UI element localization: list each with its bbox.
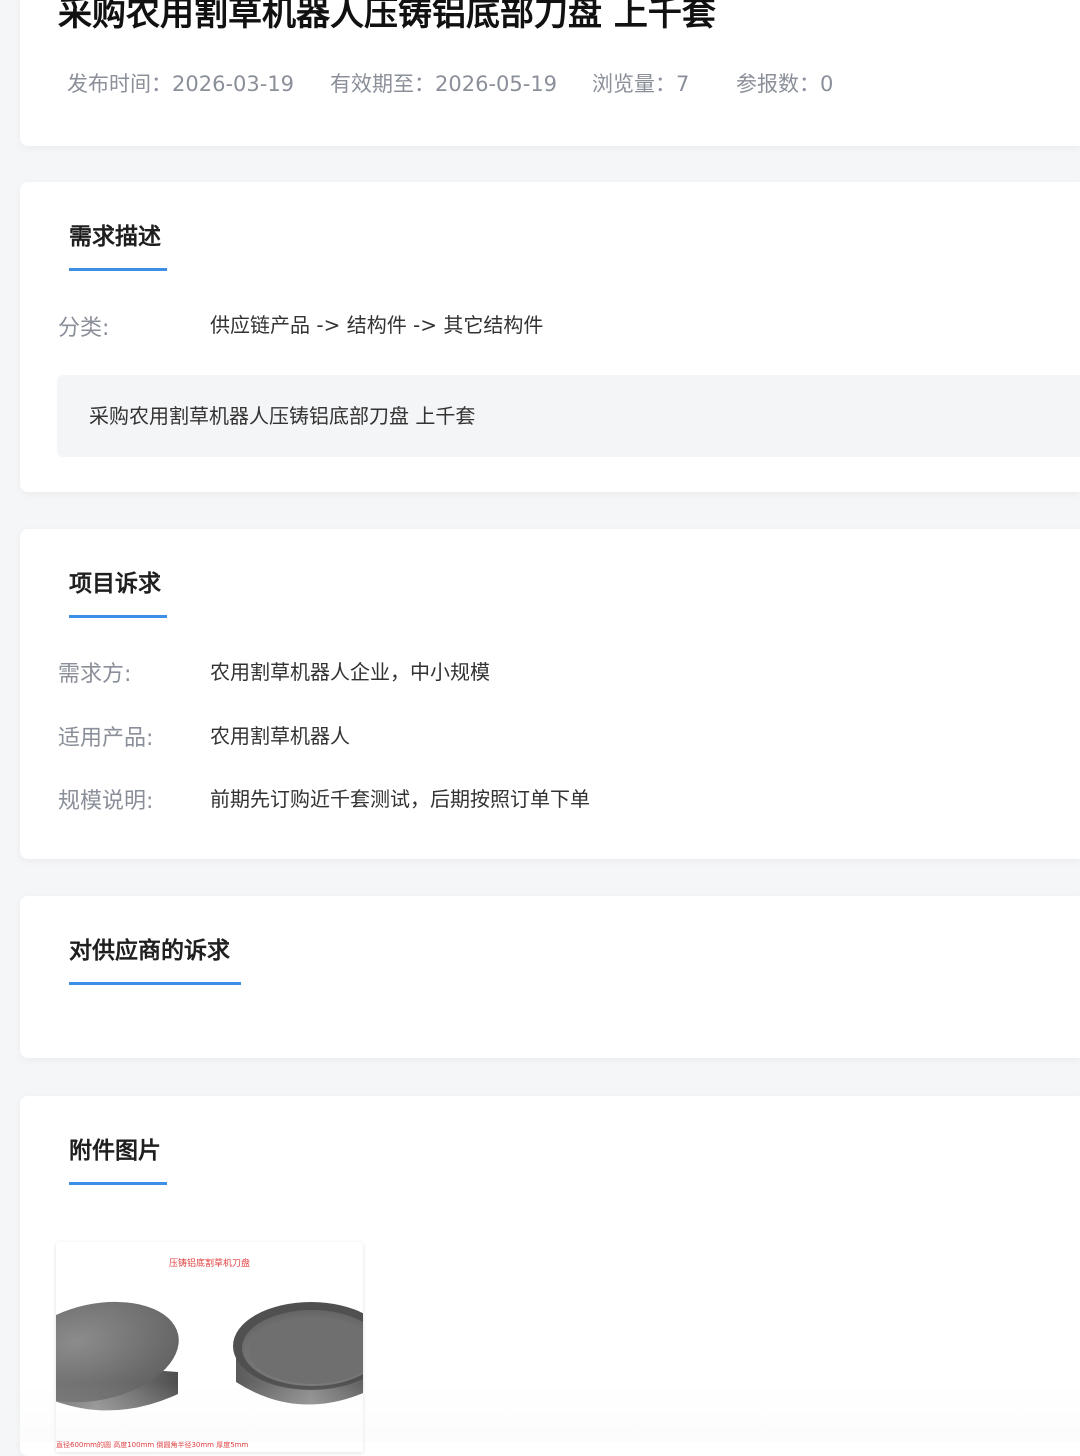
description-box: 采购农用割草机器人压铸铝底部刀盘 上千套 (57, 375, 1080, 457)
section-title-supplier: 对供应商的诉求 (69, 938, 230, 964)
section-title-requirement: 需求描述 (69, 224, 161, 250)
product-value: 农用割草机器人 (210, 724, 350, 748)
view-count: 浏览量：7 (592, 72, 690, 96)
section-underline (69, 1182, 167, 1185)
project-card: 项目诉求 需求方: 农用割草机器人企业，中小规模 适用产品: 农用割草机器人 规… (20, 529, 1080, 859)
quote-count: 参报数：0 (736, 72, 834, 96)
attachments-card: 附件图片 压铸铝底割草机刀盘 直径600mm的圆 高度100mm 倒圆角半径30… (20, 1096, 1080, 1456)
section-underline (69, 268, 167, 271)
description-text: 采购农用割草机器人压铸铝底部刀盘 上千套 (89, 404, 476, 428)
section-title-attachments: 附件图片 (69, 1138, 161, 1164)
valid-until: 有效期至：2026-05-19 (330, 72, 558, 96)
left-disc-shape (56, 1301, 179, 1411)
section-title-project: 项目诉求 (69, 571, 161, 597)
demander-label: 需求方: (58, 662, 132, 687)
category-label: 分类: (58, 316, 110, 341)
demander-value: 农用割草机器人企业，中小规模 (210, 660, 490, 684)
blade-disc-illustration (56, 1301, 363, 1411)
publish-time: 发布时间：2026-03-19 (67, 72, 295, 96)
supplier-card: 对供应商的诉求 (20, 896, 1080, 1058)
right-disc-shape (233, 1302, 363, 1405)
header-card: 采购农用割草机器人压铸铝底部刀盘 上千套 发布时间：2026-03-19 有效期… (20, 0, 1080, 146)
attachment-image[interactable]: 压铸铝底割草机刀盘 直径600mm的圆 高度100mm 倒圆角半径30mm 厚度… (56, 1242, 363, 1452)
scale-value: 前期先订购近千套测试，后期按照订单下单 (210, 787, 590, 811)
scale-label: 规模说明: (58, 789, 154, 814)
category-value: 供应链产品 -> 结构件 -> 其它结构件 (210, 313, 544, 337)
requirement-card: 需求描述 分类: 供应链产品 -> 结构件 -> 其它结构件 采购农用割草机器人… (20, 182, 1080, 492)
product-label: 适用产品: (58, 726, 154, 751)
page-title: 采购农用割草机器人压铸铝底部刀盘 上千套 (58, 0, 716, 34)
section-underline (69, 615, 167, 618)
section-underline (69, 982, 241, 985)
